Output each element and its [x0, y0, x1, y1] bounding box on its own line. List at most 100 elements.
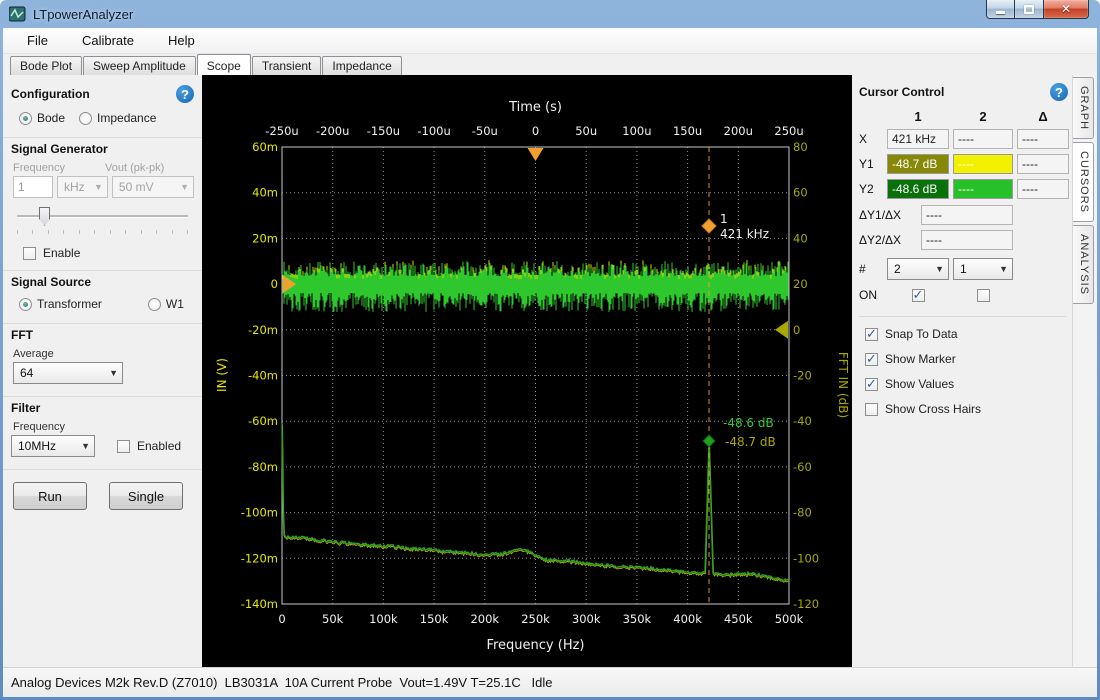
- option-snap-to-data[interactable]: Snap To Data: [865, 327, 1068, 341]
- slider-thumb[interactable]: [39, 207, 50, 226]
- menu-calibrate[interactable]: Calibrate: [72, 30, 144, 51]
- app-window: LTpowerAnalyzer ✕ File Calibrate Help Bode…: [0, 0, 1100, 700]
- filter-frequency-label: Frequency: [13, 421, 194, 433]
- checkbox-icon[interactable]: [865, 378, 878, 391]
- y1-cursor2-value: ----: [953, 154, 1013, 174]
- dy2dx-value: ----: [921, 230, 1013, 250]
- svg-text:-80m: -80m: [248, 460, 278, 474]
- vout-select[interactable]: 50 mV ▼: [112, 176, 194, 198]
- option-show-values[interactable]: Show Values: [865, 377, 1068, 391]
- radio-config-bode[interactable]: Bode: [19, 111, 65, 125]
- single-button[interactable]: Single: [109, 482, 183, 510]
- checkbox-icon[interactable]: [865, 403, 878, 416]
- control-sidebar: Configuration ? BodeImpedance Signal Gen…: [3, 75, 202, 667]
- svg-text:100u: 100u: [622, 124, 651, 138]
- average-select[interactable]: 64 ▼: [13, 362, 123, 384]
- cursor1-channel-select[interactable]: 2 ▼: [887, 258, 949, 280]
- svg-text:-40m: -40m: [248, 369, 278, 383]
- main-content: Configuration ? BodeImpedance Signal Gen…: [3, 75, 1097, 667]
- frequency-unit-select[interactable]: kHz ▼: [57, 176, 108, 198]
- radio-icon[interactable]: [79, 112, 92, 125]
- svg-text:60m: 60m: [252, 140, 278, 154]
- svg-text:60: 60: [793, 186, 808, 200]
- cursor2-on-checkbox[interactable]: [977, 289, 990, 302]
- svg-text:-40: -40: [793, 414, 812, 428]
- frequency-input[interactable]: [13, 176, 53, 198]
- svg-text:-50u: -50u: [472, 124, 498, 138]
- radio-icon[interactable]: [148, 298, 161, 311]
- cursor1-on-checkbox[interactable]: [912, 289, 925, 302]
- app-logo-icon: [9, 6, 26, 22]
- enable-checkbox[interactable]: [23, 247, 36, 260]
- svg-text:-120m: -120m: [241, 551, 278, 565]
- svg-text:500k: 500k: [775, 612, 804, 626]
- tab-impedance[interactable]: Impedance: [322, 56, 401, 75]
- svg-text:200k: 200k: [470, 612, 499, 626]
- signal-source-radio-group: Transformer W1: [11, 295, 194, 315]
- menu-help[interactable]: Help: [158, 30, 205, 51]
- minimize-button[interactable]: [986, 0, 1015, 19]
- tab-strip: Bode PlotSweep AmplitudeScopeTransientIm…: [3, 54, 1097, 75]
- divider: [859, 316, 1066, 317]
- radio-config-impedance[interactable]: Impedance: [79, 111, 156, 125]
- radio-icon[interactable]: [19, 112, 32, 125]
- svg-text:Frequency (Hz): Frequency (Hz): [486, 638, 584, 653]
- delta-header: Δ: [1017, 109, 1069, 124]
- chevron-down-icon: ▼: [999, 264, 1008, 274]
- svg-text:-80: -80: [793, 506, 812, 520]
- svg-text:350k: 350k: [623, 612, 652, 626]
- svg-text:100k: 100k: [369, 612, 398, 626]
- checkbox-icon[interactable]: [865, 353, 878, 366]
- checkbox-icon[interactable]: [865, 328, 878, 341]
- action-buttons: Run Single: [3, 470, 202, 520]
- average-label: Average: [13, 348, 194, 360]
- tab-transient[interactable]: Transient: [252, 56, 322, 75]
- side-tab-graph[interactable]: GRAPH: [1073, 77, 1094, 139]
- svg-text:IN (V): IN (V): [215, 358, 229, 392]
- cursor-help-icon[interactable]: ?: [1050, 83, 1068, 101]
- svg-text:40: 40: [793, 231, 808, 245]
- svg-text:50u: 50u: [575, 124, 597, 138]
- svg-text:1: 1: [720, 212, 728, 226]
- tab-scope[interactable]: Scope: [197, 54, 251, 75]
- signal-source-section: Signal Source TransformerW1: [3, 271, 202, 324]
- option-show-marker[interactable]: Show Marker: [865, 352, 1068, 366]
- configuration-help-icon[interactable]: ?: [176, 85, 194, 103]
- svg-text:200u: 200u: [724, 124, 753, 138]
- tab-sweep-amplitude[interactable]: Sweep Amplitude: [83, 56, 196, 75]
- svg-text:-200u: -200u: [316, 124, 349, 138]
- maximize-button[interactable]: [1015, 0, 1044, 19]
- cursor-control-panel: Cursor Control ? 1 2 Δ X 421 kHz ---- --…: [852, 75, 1072, 667]
- side-tab-cursors[interactable]: CURSORS: [1073, 142, 1094, 222]
- filter-enabled-row[interactable]: Enabled: [117, 439, 181, 453]
- dy2dx-label: ΔY2/ΔX: [859, 233, 917, 247]
- filter-frequency-select[interactable]: 10MHz ▼: [11, 435, 95, 457]
- title-bar[interactable]: LTpowerAnalyzer ✕: [3, 0, 1097, 28]
- chevron-down-icon: ▼: [180, 182, 189, 192]
- tab-bode-plot[interactable]: Bode Plot: [10, 56, 82, 75]
- run-button[interactable]: Run: [13, 482, 87, 510]
- dy1dx-label: ΔY1/ΔX: [859, 208, 917, 222]
- radio-source-transformer[interactable]: Transformer: [19, 297, 102, 311]
- filter-enabled-checkbox[interactable]: [117, 440, 130, 453]
- svg-text:-150u: -150u: [367, 124, 400, 138]
- close-button[interactable]: ✕: [1044, 0, 1089, 19]
- window-controls: ✕: [986, 0, 1089, 19]
- option-show-cross-hairs[interactable]: Show Cross Hairs: [865, 402, 1068, 416]
- frequency-slider[interactable]: [15, 206, 190, 236]
- scope-plot-canvas[interactable]: 1421 kHz-48.6 dB-48.7 dB-250u-200u-150u-…: [202, 75, 852, 667]
- menu-file[interactable]: File: [17, 30, 58, 51]
- radio-source-w1[interactable]: W1: [148, 297, 184, 311]
- svg-text:80: 80: [793, 140, 808, 154]
- slider-ticks: [17, 230, 188, 234]
- svg-text:-250u: -250u: [265, 124, 298, 138]
- svg-text:-140m: -140m: [241, 597, 278, 611]
- enable-checkbox-row[interactable]: Enable: [23, 246, 194, 260]
- svg-text:250u: 250u: [774, 124, 803, 138]
- side-tab-analysis[interactable]: ANALYSIS: [1073, 225, 1094, 304]
- on-row-label: ON: [859, 288, 883, 302]
- radio-icon[interactable]: [19, 298, 32, 311]
- cursor2-channel-select[interactable]: 1 ▼: [953, 258, 1013, 280]
- scope-plot[interactable]: 1421 kHz-48.6 dB-48.7 dB-250u-200u-150u-…: [202, 75, 852, 667]
- svg-text:20: 20: [793, 277, 808, 291]
